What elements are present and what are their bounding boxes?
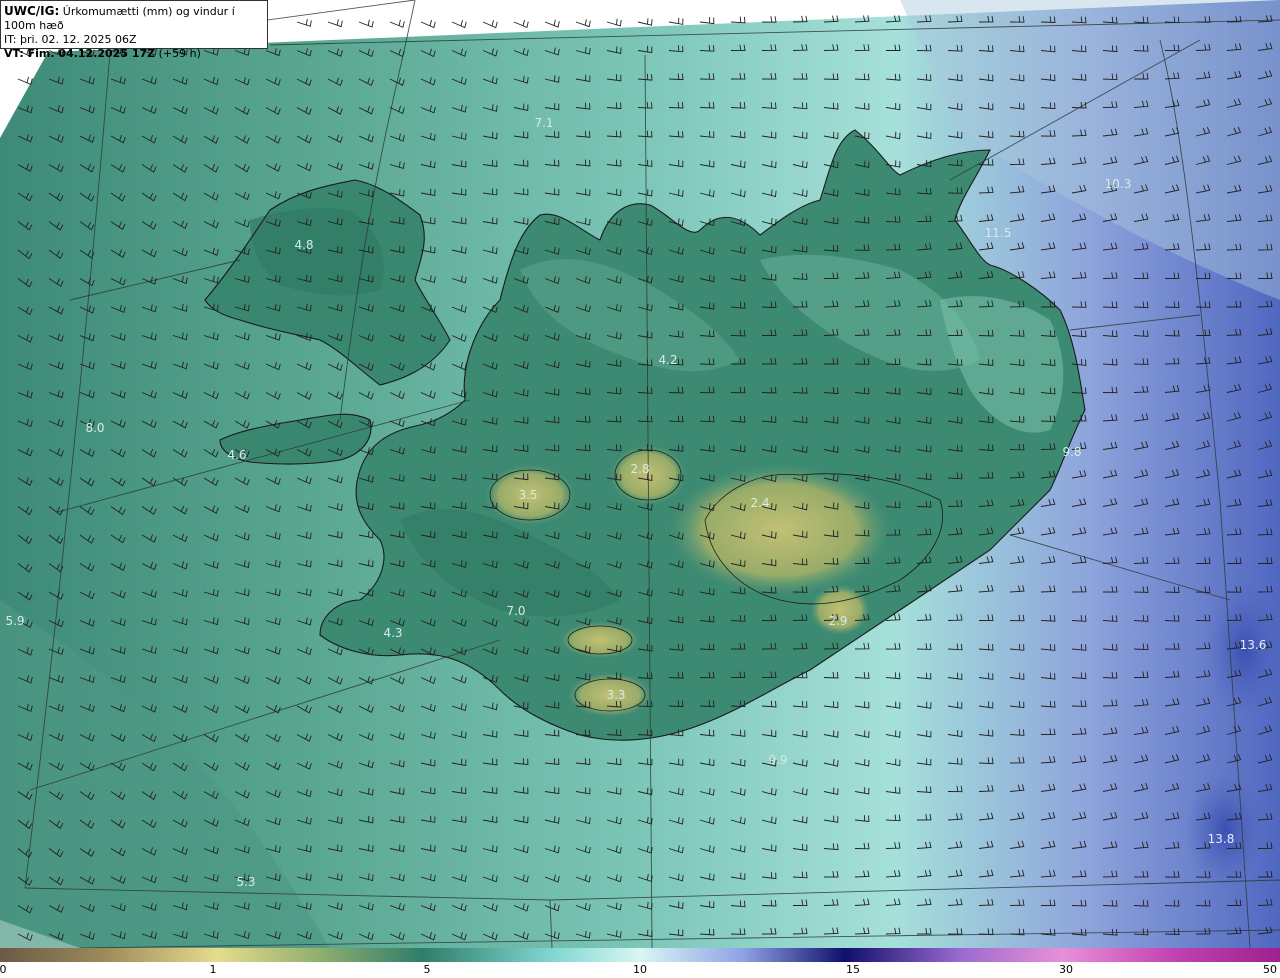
- map-value-label: 4.8: [294, 238, 313, 252]
- colorbar-tick-label: 5: [423, 963, 431, 976]
- map-value-label: 2.8: [630, 462, 649, 476]
- map-value-label: 13.6: [1240, 638, 1267, 652]
- map-value-label: 7.0: [506, 604, 525, 618]
- issue-time: IT: þri. 02. 12. 2025 06Z: [4, 33, 137, 46]
- map-value-label: 11.5: [985, 226, 1012, 240]
- product-tag: UWC/IG:: [4, 4, 60, 18]
- forecast-offset: (+59 h): [158, 47, 201, 60]
- map-value-label: 9.8: [1062, 445, 1081, 459]
- colorbar-tick-label: 10: [633, 963, 647, 976]
- map-header: UWC/IG: Úrkomumætti (mm) og vindur í 100…: [0, 0, 268, 60]
- colorbar-tick-label: 30: [1059, 963, 1073, 976]
- map-value-label: 9.9: [768, 753, 787, 767]
- precipitation-wind-map: 7.1 4.8 4.2 8.0 4.6 3.5 2.8 2.4 7.0 4.3 3.3 2.9 9.9 5…: [0, 0, 1280, 948]
- map-value-label: 5.3: [236, 875, 255, 889]
- map-value-label: 2.9: [828, 614, 847, 628]
- map-value-label: 4.3: [383, 626, 402, 640]
- colorbar-tick-label: 15: [846, 963, 860, 976]
- colorbar-tick-label: 0: [0, 963, 7, 976]
- map-value-label: 3.5: [518, 488, 537, 502]
- colorbar-tick-labels: 0 1 5 10 15 30 50: [0, 962, 1280, 978]
- map-value-label: 4.6: [227, 448, 246, 462]
- map-value-label: 7.1: [534, 116, 553, 130]
- map-value-label: 3.3: [606, 688, 625, 702]
- map-value-label: 4.2: [658, 353, 677, 367]
- colorbar-tick-label: 1: [209, 963, 217, 976]
- precipitation-colorbar: [0, 948, 1280, 962]
- map-value-label: 2.4: [750, 496, 769, 510]
- map-value-label: 5.9: [5, 614, 24, 628]
- map-value-label: 8.0: [85, 421, 104, 435]
- map-value-label: 13.8: [1208, 832, 1235, 846]
- valid-time: VT: Fim. 04.12.2025 17Z: [4, 47, 156, 60]
- map-value-label: 10.3: [1105, 177, 1132, 191]
- colorbar-tick-label: 50: [1263, 963, 1277, 976]
